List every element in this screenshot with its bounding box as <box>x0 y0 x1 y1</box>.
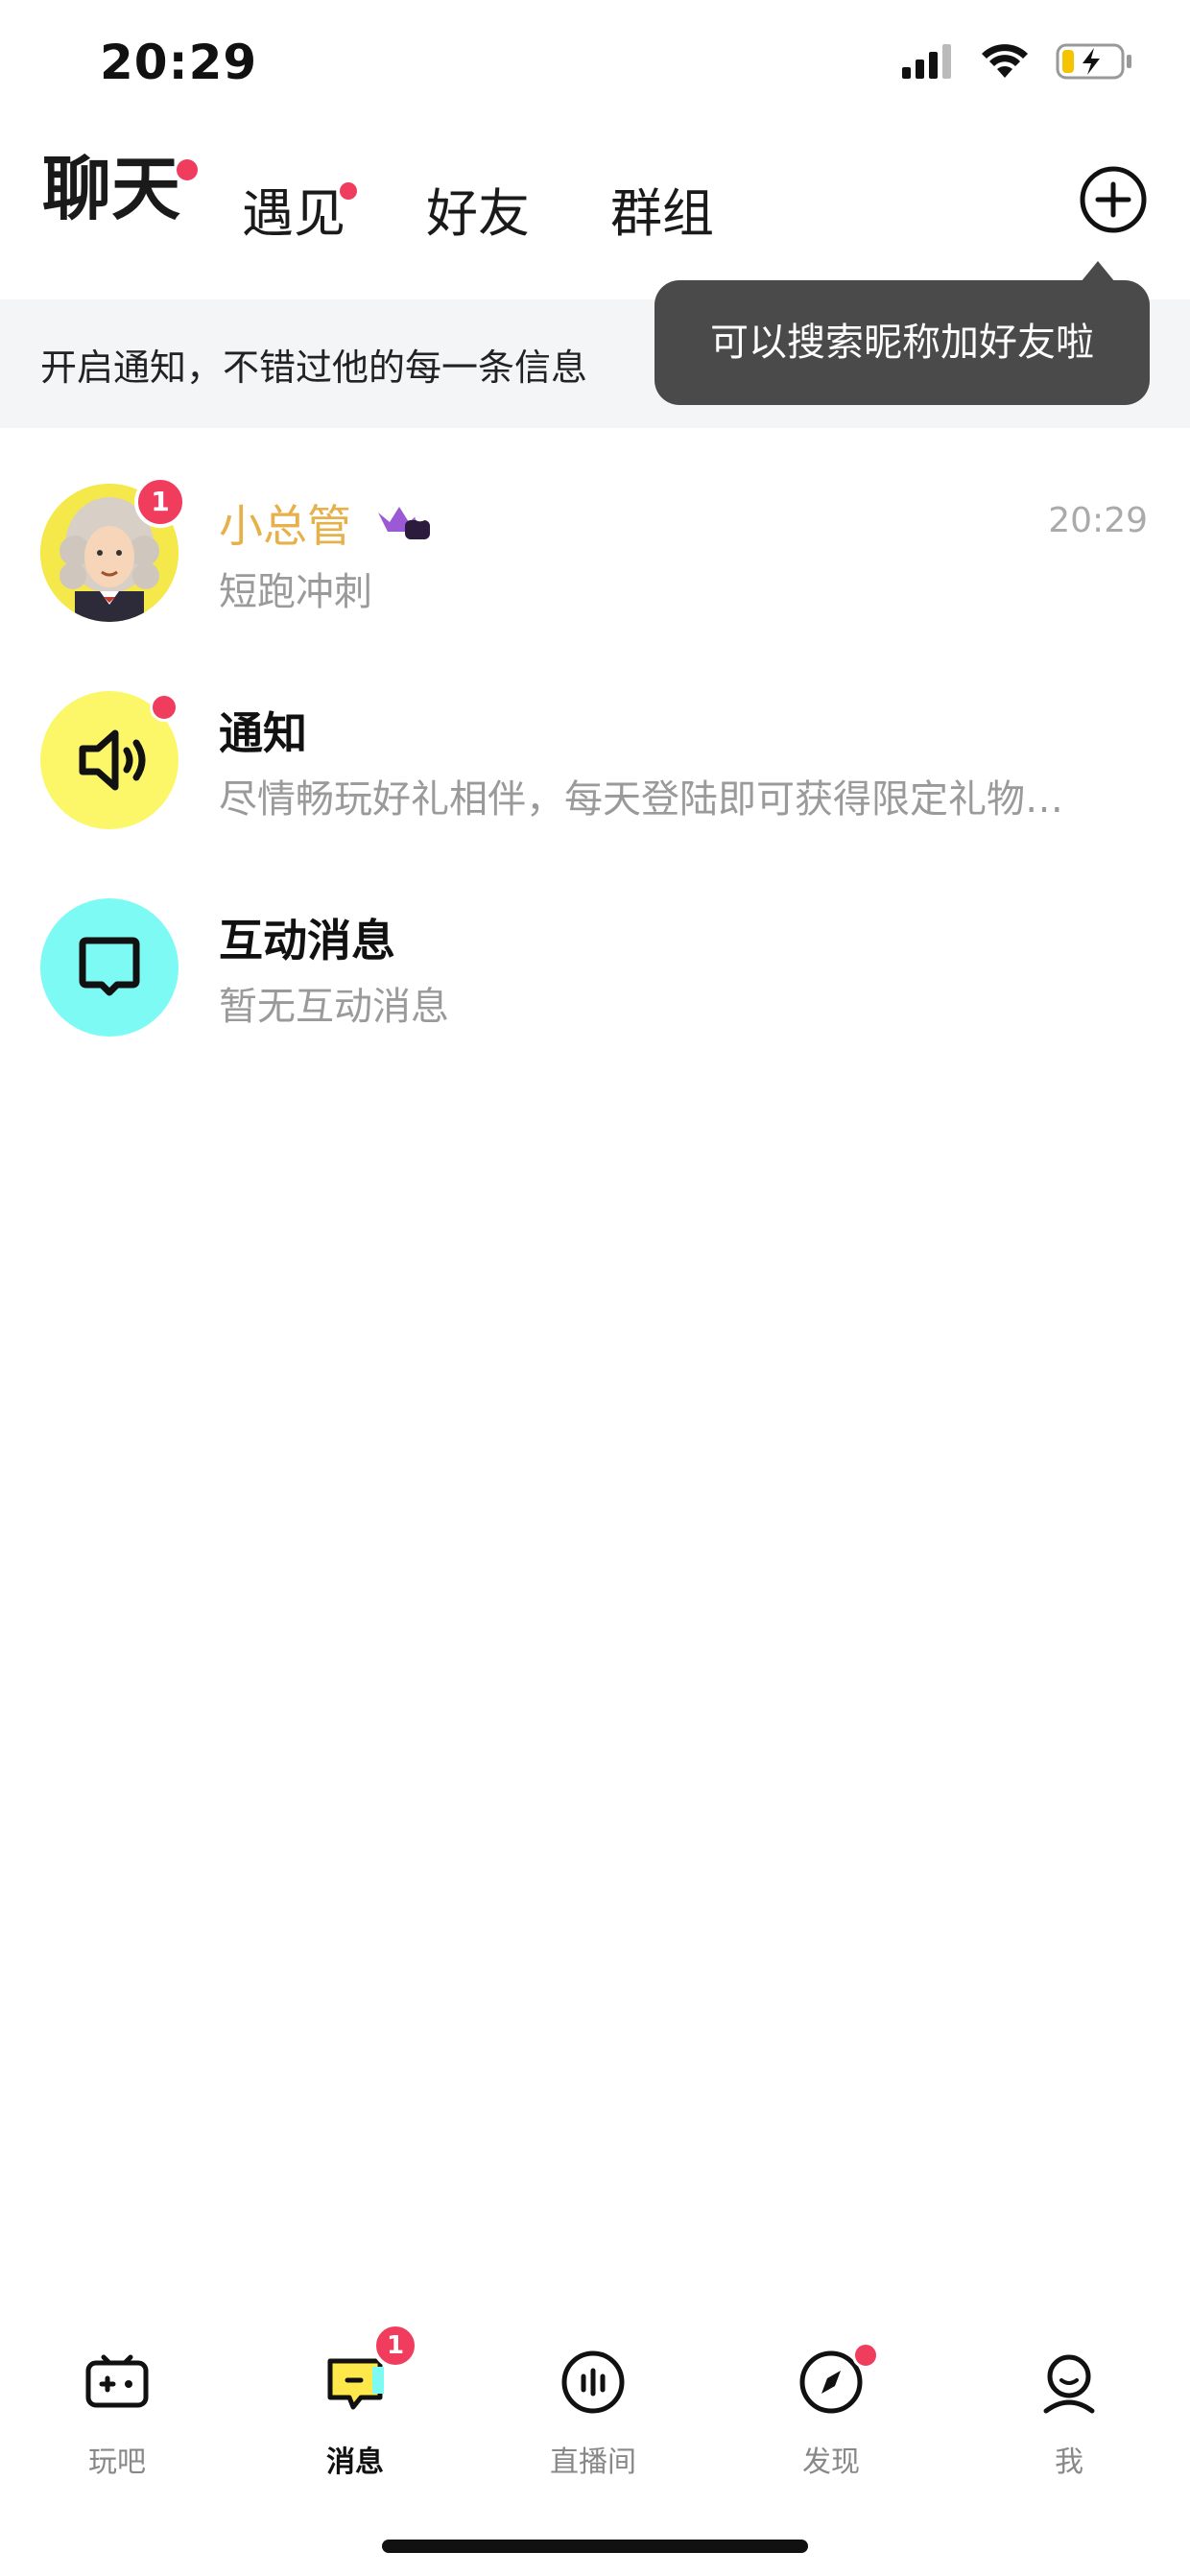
nav-label: 发现 <box>802 2445 860 2479</box>
nav-item-play[interactable]: 玩吧 <box>21 2313 213 2505</box>
tab-chat-label: 聊天 <box>42 149 181 229</box>
tab-friends-label: 好友 <box>426 183 530 244</box>
conversation-item-interaction[interactable]: 互动消息 暂无互动消息 <box>0 885 1190 1077</box>
tab-chat[interactable]: 聊天 <box>42 132 180 233</box>
tab-meet[interactable]: 遇见 <box>242 171 345 247</box>
vip-level: 8 <box>415 503 428 526</box>
interaction-avatar <box>40 898 178 1037</box>
nav-label: 直播间 <box>550 2445 636 2479</box>
tab-friends[interactable]: 好友 <box>426 171 530 247</box>
conversation-subtitle: 尽情畅玩好礼相伴，每天登陆即可获得限定礼物… <box>219 777 1063 822</box>
search-tip-tooltip: 可以搜索昵称加好友啦 <box>654 280 1150 405</box>
nav-item-discover[interactable]: 发现 <box>735 2313 927 2505</box>
game-controller-icon <box>85 2354 149 2408</box>
notice-text: 开启通知，不错过他的每一条信息 <box>40 346 588 389</box>
conversation-title: 通知 <box>219 707 307 759</box>
conversation-item-notice[interactable]: 通知 尽情畅玩好礼相伴，每天登陆即可获得限定礼物… <box>0 678 1190 870</box>
status-time: 20:29 <box>100 35 258 90</box>
conversation-title: 小总管 <box>219 500 351 552</box>
messages-badge: 1 <box>372 2323 418 2369</box>
add-friend-button[interactable] <box>1079 165 1148 234</box>
tab-meet-red-dot <box>340 182 357 200</box>
tab-groups[interactable]: 群组 <box>610 171 714 247</box>
bottom-navigation: 玩吧 1 消息 直播间 发现 我 <box>0 2313 1190 2505</box>
notice-red-dot <box>150 693 178 722</box>
tab-groups-label: 群组 <box>610 183 714 244</box>
battery-charging-icon <box>1056 43 1131 80</box>
tab-chat-red-dot <box>177 159 198 180</box>
unread-badge: 1 <box>134 476 186 528</box>
cellular-signal-icon <box>902 44 951 79</box>
status-bar: 20:29 <box>0 0 1190 134</box>
nav-item-live[interactable]: 直播间 <box>497 2313 689 2505</box>
profile-icon <box>1043 2354 1095 2414</box>
nav-label: 我 <box>1055 2445 1083 2479</box>
conversation-subtitle: 暂无互动消息 <box>219 985 449 1029</box>
conversation-time: 20:29 <box>1048 501 1148 540</box>
tooltip-arrow <box>1081 261 1115 282</box>
nav-item-messages[interactable]: 1 消息 <box>259 2313 451 2505</box>
status-icons <box>902 42 1132 81</box>
nav-item-me[interactable]: 我 <box>973 2313 1165 2505</box>
conversation-title: 互动消息 <box>219 915 395 966</box>
tab-meet-label: 遇见 <box>242 183 345 244</box>
discover-red-dot <box>852 2342 879 2369</box>
nav-label: 消息 <box>326 2445 384 2479</box>
conversation-item-admin[interactable]: 1 小总管 8 短跑冲刺 20:29 <box>0 470 1190 662</box>
live-room-icon <box>561 2350 625 2414</box>
nav-label: 玩吧 <box>88 2445 146 2479</box>
message-bubble-icon <box>79 937 140 996</box>
conversation-subtitle: 短跑冲刺 <box>219 570 372 614</box>
top-tabs: 聊天 遇见 好友 群组 <box>0 144 1190 288</box>
wifi-icon <box>982 44 1028 78</box>
home-indicator <box>382 2540 808 2553</box>
